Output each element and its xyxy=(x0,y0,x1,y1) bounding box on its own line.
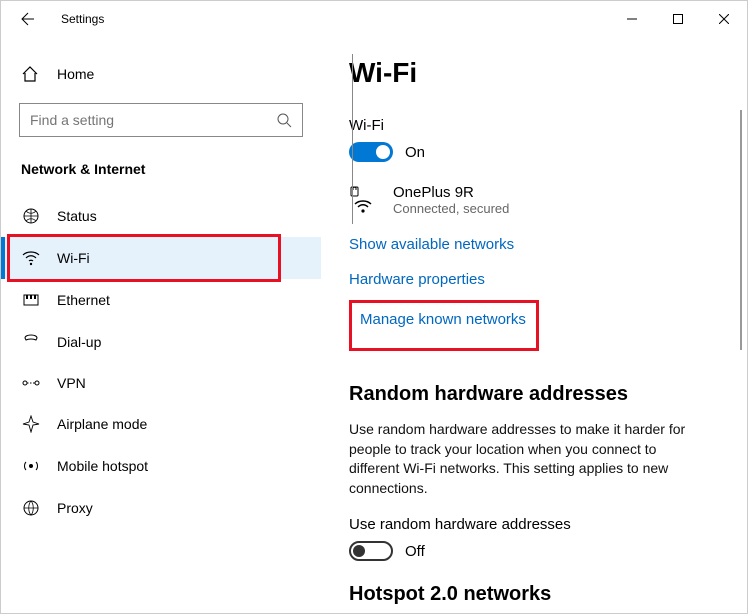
sidebar-item-status[interactable]: Status xyxy=(1,195,321,237)
sidebar: Home Network & Internet Status Wi-Fi xyxy=(1,37,321,615)
window-title: Settings xyxy=(61,12,609,26)
nav-label: Status xyxy=(57,208,97,224)
random-heading: Random hardware addresses xyxy=(349,383,711,406)
sidebar-item-airplane[interactable]: Airplane mode xyxy=(1,403,321,445)
nav-label: Airplane mode xyxy=(57,416,147,432)
wifi-toggle-state: On xyxy=(405,144,425,161)
status-icon xyxy=(21,207,41,225)
close-button[interactable] xyxy=(701,3,747,35)
nav-label: Wi-Fi xyxy=(57,250,90,266)
home-label: Home xyxy=(57,66,94,82)
airplane-icon xyxy=(21,415,41,433)
random-toggle-label: Use random hardware addresses xyxy=(349,516,711,533)
show-available-link[interactable]: Show available networks xyxy=(349,230,711,259)
sidebar-item-ethernet[interactable]: Ethernet xyxy=(1,279,321,321)
main-content: Wi-Fi Wi-Fi On OnePlus 9R Connected, sec… xyxy=(321,37,747,615)
minimize-button[interactable] xyxy=(609,3,655,35)
sidebar-item-hotspot[interactable]: Mobile hotspot xyxy=(1,445,321,487)
annotation-highlight: Manage known networks xyxy=(349,300,539,351)
sidebar-item-dialup[interactable]: Dial-up xyxy=(1,321,321,363)
scrollbar[interactable] xyxy=(740,110,742,350)
wifi-toggle[interactable] xyxy=(349,142,393,162)
home-icon xyxy=(21,65,41,83)
random-toggle-state: Off xyxy=(405,543,425,560)
hardware-properties-link[interactable]: Hardware properties xyxy=(349,265,711,294)
search-input-container[interactable] xyxy=(19,103,303,137)
category-heading: Network & Internet xyxy=(1,161,321,195)
sidebar-item-vpn[interactable]: VPN xyxy=(1,363,321,403)
ethernet-icon xyxy=(21,291,41,309)
random-hw-toggle[interactable] xyxy=(349,541,393,561)
proxy-icon xyxy=(21,499,41,517)
back-button[interactable] xyxy=(19,11,43,27)
nav-label: VPN xyxy=(57,375,86,391)
annotation-highlight xyxy=(7,234,281,282)
wifi-icon xyxy=(21,249,41,267)
network-status: Connected, secured xyxy=(393,201,509,216)
nav-label: Ethernet xyxy=(57,292,110,308)
nav-label: Proxy xyxy=(57,500,93,516)
random-description: Use random hardware addresses to make it… xyxy=(349,420,689,498)
maximize-button[interactable] xyxy=(655,3,701,35)
dialup-icon xyxy=(21,333,41,351)
search-icon xyxy=(277,113,292,128)
nav-label: Mobile hotspot xyxy=(57,458,148,474)
current-network[interactable]: OnePlus 9R Connected, secured xyxy=(349,184,711,216)
secured-wifi-icon xyxy=(349,186,377,214)
hotspot-icon xyxy=(21,457,41,475)
titlebar: Settings xyxy=(1,1,747,37)
sidebar-item-proxy[interactable]: Proxy xyxy=(1,487,321,529)
nav-label: Dial-up xyxy=(57,334,101,350)
search-input[interactable] xyxy=(30,112,277,128)
home-nav[interactable]: Home xyxy=(1,57,321,91)
sidebar-item-wifi[interactable]: Wi-Fi xyxy=(1,237,321,279)
network-name: OnePlus 9R xyxy=(393,184,509,201)
hotspot-heading: Hotspot 2.0 networks xyxy=(349,583,711,606)
vpn-icon xyxy=(21,376,41,390)
page-title: Wi-Fi xyxy=(349,57,711,89)
content-divider xyxy=(352,54,353,224)
manage-known-networks-link[interactable]: Manage known networks xyxy=(360,305,526,334)
wifi-toggle-label: Wi-Fi xyxy=(349,117,711,134)
